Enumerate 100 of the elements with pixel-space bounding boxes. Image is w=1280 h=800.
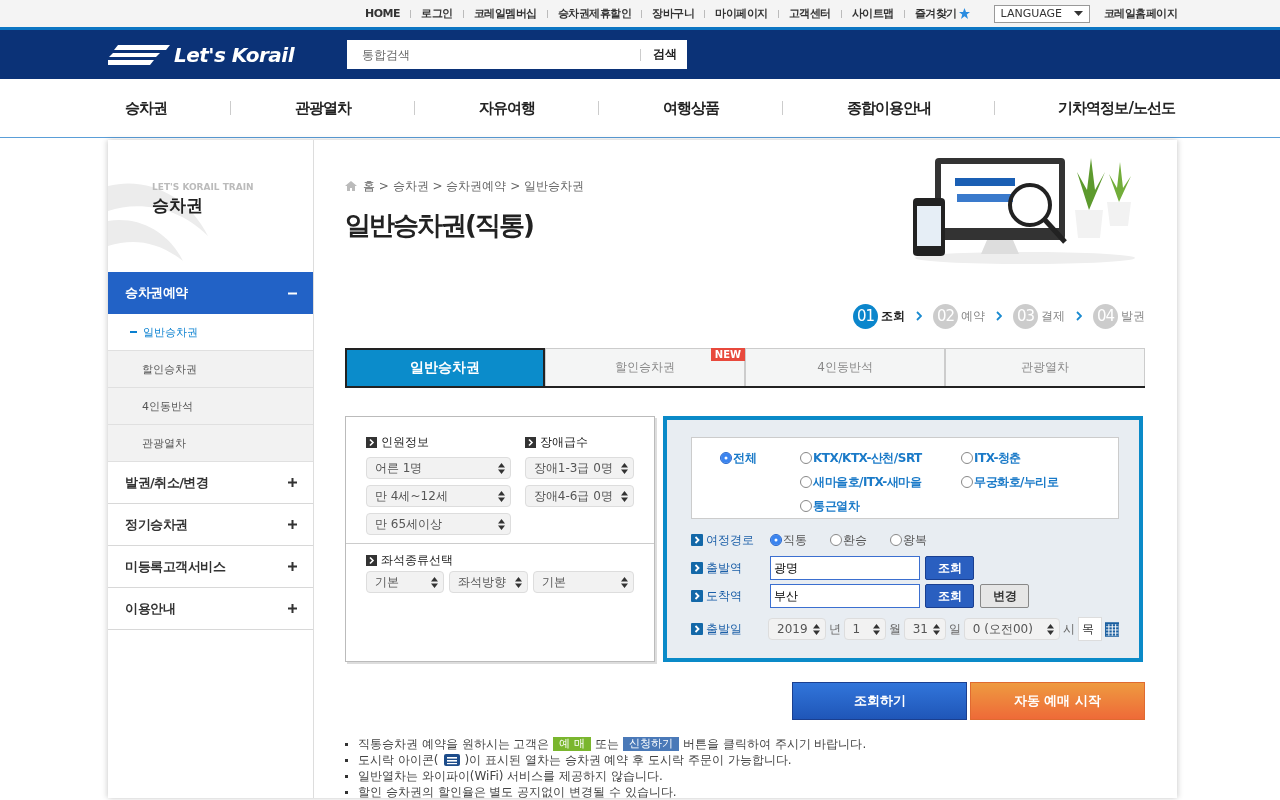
star-icon bbox=[958, 8, 970, 19]
search-button[interactable]: 검색 bbox=[641, 46, 687, 63]
select-field[interactable]: 장애4-6급 0명 bbox=[524, 485, 634, 507]
calendar-icon[interactable] bbox=[1104, 621, 1119, 637]
plus-icon bbox=[288, 520, 297, 529]
select-field[interactable]: 좌석방향 bbox=[449, 571, 528, 593]
favorites-link[interactable]: 즐겨찾기 bbox=[914, 6, 970, 21]
stripes-icon bbox=[108, 44, 170, 65]
select-field[interactable]: 기본 bbox=[366, 571, 445, 593]
unit-label: 시 bbox=[1063, 620, 1075, 638]
lookup-button[interactable]: 조회 bbox=[925, 556, 974, 580]
menu-item[interactable]: 이용안내 bbox=[108, 588, 313, 630]
select-field[interactable]: 어른 1명 bbox=[366, 457, 511, 479]
section-label: 장애급수 bbox=[539, 433, 588, 451]
spinner-arrows-icon bbox=[431, 576, 439, 588]
top-link[interactable]: 고객센터 bbox=[788, 6, 831, 21]
menu-item[interactable]: 정기승차권 bbox=[108, 504, 313, 546]
select-field[interactable]: 1 bbox=[843, 618, 886, 640]
field-label: 출발일 bbox=[706, 620, 742, 638]
radio-label: KTX/KTX-산천/SRT bbox=[813, 449, 922, 467]
top-link[interactable]: 코레일멤버십 bbox=[473, 6, 537, 21]
step-number: 01 bbox=[853, 303, 878, 329]
field-label: 여정경로 bbox=[706, 531, 754, 549]
chevron-square-icon bbox=[524, 436, 536, 448]
radio-button[interactable] bbox=[770, 534, 782, 546]
step-label: 예약 bbox=[961, 307, 985, 325]
top-link[interactable]: 코레일홈페이지 bbox=[1103, 6, 1177, 21]
radio-label: 직통 bbox=[783, 531, 807, 549]
menu-item[interactable]: 승차권예약 bbox=[108, 272, 313, 314]
button-sample: 신청하기 bbox=[622, 737, 679, 751]
chevron-square-icon bbox=[691, 590, 703, 602]
radio-button[interactable] bbox=[800, 476, 812, 488]
select-field[interactable]: 만 4세~12세 bbox=[366, 485, 511, 507]
top-link[interactable]: 장바구니 bbox=[652, 6, 694, 21]
spinner-arrows-icon bbox=[932, 623, 940, 635]
nav-item[interactable]: 자유여행 bbox=[478, 98, 535, 118]
select-field[interactable]: 2019 bbox=[768, 618, 826, 640]
submenu-item[interactable]: 할인승차권 bbox=[108, 351, 313, 388]
chevron-square-icon bbox=[691, 534, 703, 546]
spinner-arrows-icon bbox=[1047, 623, 1054, 635]
top-link[interactable]: 로그인 bbox=[421, 6, 453, 21]
top-link[interactable]: 승차권제휴할인 bbox=[557, 6, 631, 21]
search-field[interactable]: 통합검색 검색 bbox=[347, 40, 687, 69]
chevron-square-icon bbox=[366, 554, 377, 566]
unit-label: 월 bbox=[888, 620, 901, 638]
plus-icon bbox=[288, 478, 297, 487]
section-label: 좌석종류선택 bbox=[381, 551, 453, 569]
search-trains-button[interactable]: 조회하기 bbox=[792, 682, 967, 720]
menu-item[interactable]: 발권/취소/변경 bbox=[108, 462, 313, 504]
submenu-item[interactable]: 4인동반석 bbox=[108, 388, 313, 425]
radio-button[interactable] bbox=[890, 534, 902, 546]
chevron-square-icon bbox=[366, 436, 377, 448]
language-select[interactable]: LANGUAGE bbox=[993, 4, 1090, 23]
menu-item[interactable]: 미등록고객서비스 bbox=[108, 546, 313, 588]
select-field[interactable]: 0 (오전00) bbox=[963, 618, 1060, 640]
spinner-arrows-icon bbox=[497, 462, 505, 474]
nav-item[interactable]: 관광열차 bbox=[294, 98, 351, 118]
notice-text: 도시락 아이콘( bbox=[358, 751, 439, 769]
top-link[interactable]: 마이페이지 bbox=[715, 6, 768, 21]
radio-button[interactable] bbox=[961, 476, 973, 488]
radio-button[interactable] bbox=[800, 500, 812, 512]
nav-item[interactable]: 여행상품 bbox=[662, 98, 719, 118]
spinner-arrows-icon bbox=[621, 490, 628, 502]
new-badge: NEW bbox=[710, 348, 745, 361]
chevron-square-icon bbox=[691, 623, 703, 635]
notice-text: 또는 bbox=[594, 735, 619, 753]
radio-button[interactable] bbox=[830, 534, 842, 546]
radio-button[interactable] bbox=[800, 452, 812, 464]
submenu-item[interactable]: 관광열차 bbox=[108, 425, 313, 462]
spinner-arrows-icon bbox=[497, 518, 505, 530]
top-link[interactable]: HOME bbox=[364, 7, 400, 20]
swap-button[interactable]: 변경 bbox=[980, 584, 1029, 608]
nav-item[interactable]: 승차권 bbox=[125, 98, 167, 118]
section-subtitle: LET'S KORAIL TRAIN bbox=[152, 182, 254, 192]
radio-button[interactable] bbox=[720, 452, 732, 464]
plus-icon bbox=[288, 604, 297, 613]
page-title: 일반승차권(직통) bbox=[345, 209, 534, 242]
field-label: 도착역 bbox=[706, 587, 742, 605]
notice-text: )이 표시된 열차는 승차권 예약 후 도시락 주문이 가능합니다. bbox=[464, 751, 792, 769]
notice-text: 할인 승차권의 할인율은 별도 공지없이 변경될 수 있습니다. bbox=[358, 783, 677, 798]
select-field[interactable]: 만 65세이상 bbox=[366, 513, 511, 535]
station-field[interactable]: 부산 bbox=[770, 584, 920, 608]
top-link[interactable]: 사이트맵 bbox=[851, 6, 894, 21]
dash-icon bbox=[130, 331, 137, 333]
select-field[interactable]: 31 bbox=[903, 618, 946, 640]
chevron-right-icon bbox=[996, 311, 1002, 321]
tab[interactable]: 일반승차권 bbox=[345, 348, 545, 386]
radio-button[interactable] bbox=[961, 452, 973, 464]
caret-icon bbox=[1073, 11, 1083, 16]
select-field[interactable]: 장애1-3급 0명 bbox=[524, 457, 634, 479]
submenu-item[interactable]: 일반승차권 bbox=[108, 314, 313, 351]
lookup-button[interactable]: 조회 bbox=[925, 584, 974, 608]
nav-item[interactable]: 종합이용안내 bbox=[846, 98, 931, 118]
notice-text: 직통승차권 예약을 원하시는 고객은 bbox=[358, 735, 550, 753]
logo-text: Let's Korail bbox=[174, 42, 295, 67]
nav-item[interactable]: 기차역정보/노선도 bbox=[1058, 98, 1175, 118]
spinner-arrows-icon bbox=[621, 576, 628, 588]
station-field[interactable]: 광명 bbox=[770, 556, 920, 580]
select-field[interactable]: 기본 bbox=[532, 571, 634, 593]
notice-text: 일반열차는 와이파이(WiFi) 서비스를 제공하지 않습니다. bbox=[358, 767, 663, 785]
